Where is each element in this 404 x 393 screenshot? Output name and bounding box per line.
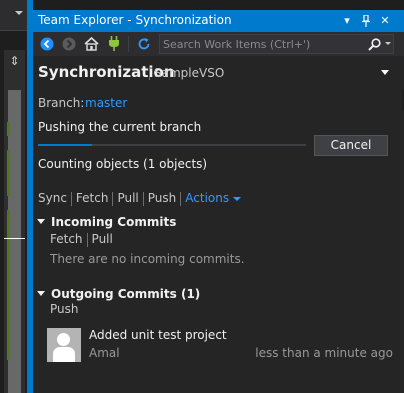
collapse-triangle-icon[interactable] [37, 219, 45, 224]
link-separator [142, 192, 144, 206]
outgoing-commits-header[interactable]: Outgoing Commits (1) [37, 287, 200, 301]
forward-arrow-icon[interactable] [61, 36, 77, 52]
branch-link[interactable]: master [85, 96, 127, 110]
app-root: ⇕ Team Explorer - Synchronization ▾ ✕ Se… [0, 0, 404, 393]
splitter-icon[interactable]: ⇕ [9, 55, 20, 67]
editor-nav-bar[interactable] [0, 0, 27, 30]
incoming-commits-title: Incoming Commits [51, 215, 177, 229]
search-box [159, 34, 394, 54]
change-marker [7, 122, 10, 136]
link-separator [86, 233, 88, 247]
avatar [47, 328, 81, 362]
home-icon[interactable] [83, 36, 99, 52]
actions-menu-link[interactable]: Actions [185, 191, 229, 205]
link-separator [112, 192, 114, 206]
link-separator [70, 192, 72, 206]
incoming-pull-link[interactable]: Pull [92, 232, 113, 246]
refresh-icon[interactable] [136, 36, 152, 52]
title-separator [149, 66, 150, 80]
cancel-button[interactable]: Cancel [314, 135, 388, 156]
back-arrow-icon[interactable] [39, 36, 55, 52]
change-marker [7, 210, 10, 360]
window-position-icon[interactable]: ▾ [339, 13, 355, 29]
progress-fill [38, 144, 92, 146]
progress-label: Pushing the current branch [38, 120, 202, 134]
team-explorer-panel: Team Explorer - Synchronization ▾ ✕ Sear… [33, 10, 404, 393]
action-links-bar: Sync Fetch Pull Push Actions [38, 191, 242, 207]
page-menu-chevron-icon[interactable] [381, 70, 389, 75]
sync-link[interactable]: Sync [38, 191, 67, 205]
vertical-scrollbar[interactable]: ⇕ [4, 50, 25, 393]
link-separator [180, 192, 182, 206]
plug-icon[interactable] [106, 36, 122, 52]
commit-list-item[interactable]: Added unit test project Amal less than a… [47, 328, 393, 364]
search-options-chevron-icon[interactable] [385, 42, 391, 45]
commit-message: Added unit test project [89, 328, 227, 342]
branch-label: Branch: [38, 96, 85, 110]
auto-hide-pin-icon[interactable] [358, 13, 374, 29]
panel-title: Team Explorer - Synchronization [38, 13, 232, 27]
divider [0, 30, 27, 50]
caret-marker [4, 238, 25, 239]
panel-title-bar[interactable]: Team Explorer - Synchronization ▾ ✕ [33, 10, 404, 32]
push-link[interactable]: Push [148, 191, 177, 205]
avatar-head [57, 333, 70, 346]
synchronization-page: Synchronization SampleVSO Branch: master… [33, 56, 404, 393]
collapse-triangle-icon[interactable] [37, 291, 45, 296]
incoming-empty-message: There are no incoming commits. [50, 252, 245, 266]
change-marker [7, 150, 10, 196]
commit-time: less than a minute ago [255, 346, 393, 360]
incoming-fetch-link[interactable]: Fetch [50, 232, 83, 246]
avatar-body [53, 347, 75, 362]
chevron-down-icon[interactable] [15, 11, 23, 15]
close-icon[interactable]: ✕ [377, 13, 393, 29]
chevron-down-icon[interactable] [233, 197, 242, 201]
repository-name: SampleVSO [154, 66, 225, 80]
search-icon[interactable] [367, 36, 381, 52]
outgoing-links: Push [50, 302, 79, 316]
search-input[interactable] [160, 35, 365, 53]
progress-status: Counting objects (1 objects) [38, 157, 208, 171]
commit-author: Amal [89, 346, 120, 360]
pull-link[interactable]: Pull [117, 191, 138, 205]
panel-toolbar [33, 32, 404, 56]
toolbar-separator [128, 36, 129, 52]
outgoing-push-link[interactable]: Push [50, 302, 79, 316]
fetch-link[interactable]: Fetch [76, 191, 109, 205]
incoming-links: Fetch Pull [50, 232, 113, 247]
outgoing-commits-title: Outgoing Commits (1) [51, 287, 201, 301]
progress-bar [38, 144, 306, 146]
incoming-commits-header[interactable]: Incoming Commits [37, 215, 176, 229]
